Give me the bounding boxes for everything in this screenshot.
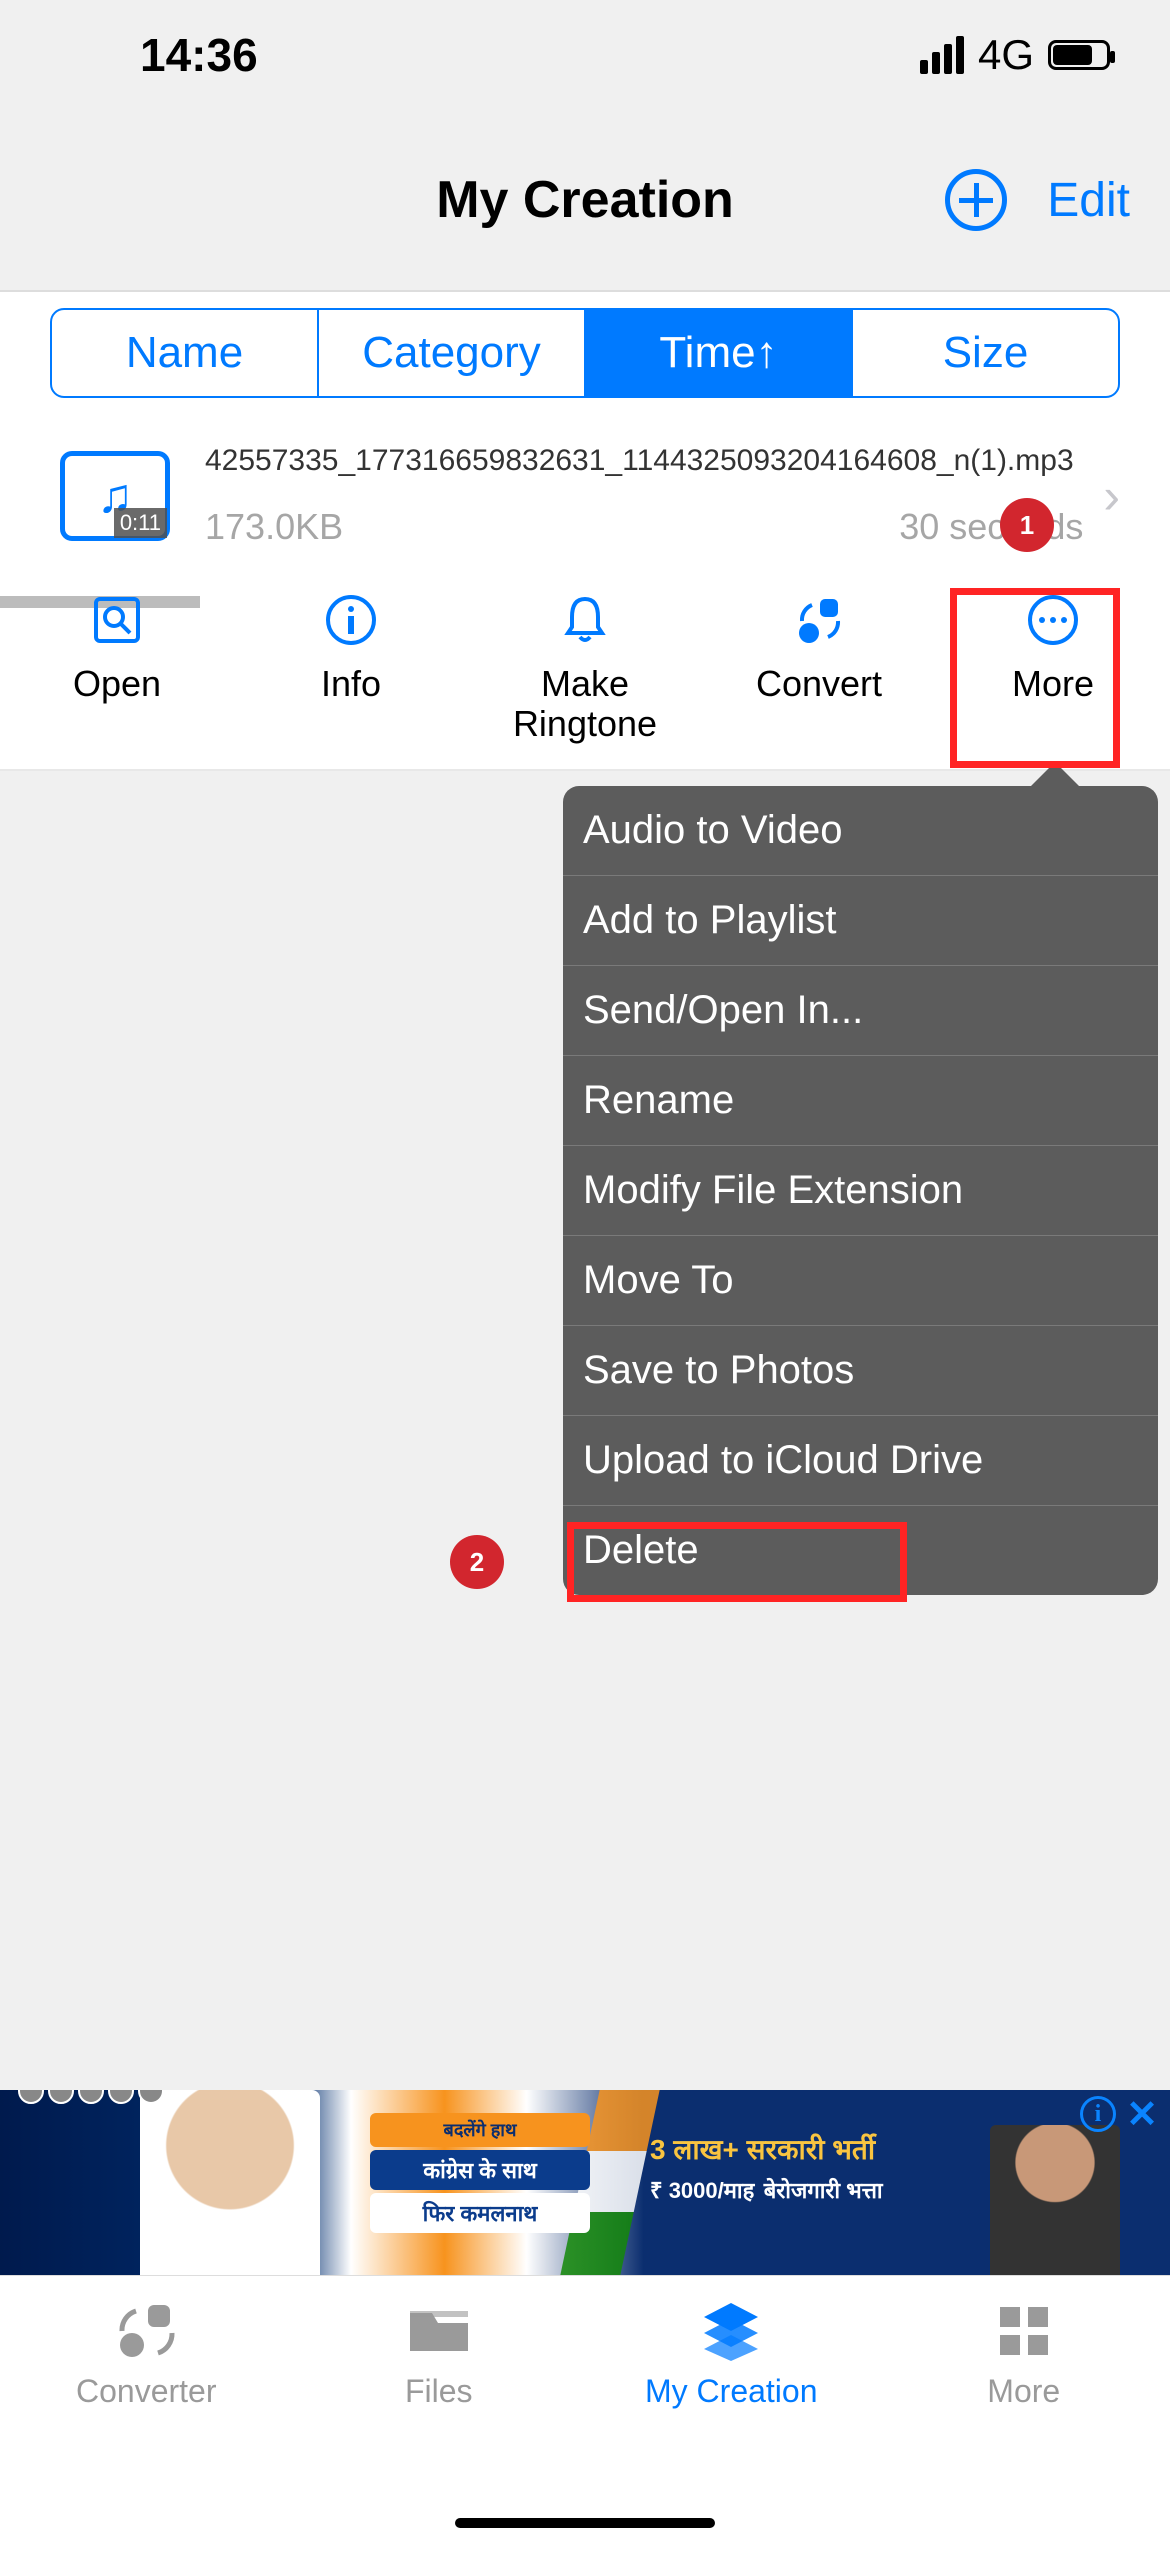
- ad-text-block-left: बदलेंगे हाथ कांग्रेस के साथ फिर कमलनाथ: [370, 2110, 590, 2236]
- grid-icon: [989, 2301, 1059, 2361]
- bell-icon: [555, 590, 615, 650]
- make-ringtone-button[interactable]: Make Ringtone: [490, 590, 680, 743]
- menu-audio-to-video[interactable]: Audio to Video: [563, 786, 1158, 876]
- tab-files-label: Files: [405, 2373, 473, 2410]
- tab-more[interactable]: More: [894, 2301, 1154, 2410]
- ad-line-2: कांग्रेस के साथ: [370, 2150, 590, 2190]
- ringtone-label: Make Ringtone: [490, 664, 680, 743]
- file-name-label: 42557335_177316659832631_114432509320416…: [205, 444, 1083, 478]
- search-icon: [87, 590, 147, 650]
- ad-line-3: फिर कमलनाथ: [370, 2193, 590, 2233]
- menu-upload-icloud[interactable]: Upload to iCloud Drive: [563, 1416, 1158, 1506]
- more-button[interactable]: More: [958, 590, 1148, 743]
- info-button[interactable]: Info: [256, 590, 446, 743]
- more-label: More: [1012, 664, 1094, 704]
- page-title: My Creation: [436, 170, 734, 230]
- home-indicator: [455, 2518, 715, 2528]
- menu-modify-extension[interactable]: Modify File Extension: [563, 1146, 1158, 1236]
- segment-time[interactable]: Time↑: [586, 310, 853, 396]
- ad-line-6: बेरोजगारी भत्ता: [764, 2178, 883, 2203]
- tab-my-creation[interactable]: My Creation: [601, 2301, 861, 2410]
- menu-add-to-playlist[interactable]: Add to Playlist: [563, 876, 1158, 966]
- signal-icon: [920, 36, 964, 74]
- convert-icon: [789, 590, 849, 650]
- ad-line-5: ₹ 3000/माह: [650, 2178, 754, 2203]
- convert-button[interactable]: Convert: [724, 590, 914, 743]
- info-icon: [321, 590, 381, 650]
- segment-size[interactable]: Size: [853, 310, 1118, 396]
- folder-icon: [404, 2301, 474, 2361]
- open-button[interactable]: Open: [22, 590, 212, 743]
- ad-person-left: [140, 2090, 320, 2275]
- playback-position: 0:11: [114, 508, 167, 538]
- tab-files[interactable]: Files: [309, 2301, 569, 2410]
- status-right: 4G: [920, 31, 1110, 79]
- status-time: 14:36: [140, 28, 258, 82]
- file-item[interactable]: ♫ 0:11 42557335_177316659832631_11443250…: [0, 414, 1170, 578]
- menu-delete[interactable]: Delete: [563, 1506, 1158, 1595]
- annotation-badge-2: 2: [450, 1535, 504, 1589]
- more-menu-popover: Audio to Video Add to Playlist Send/Open…: [563, 786, 1158, 1595]
- segment-name[interactable]: Name: [52, 310, 319, 396]
- edit-button[interactable]: Edit: [1047, 173, 1130, 228]
- menu-save-to-photos[interactable]: Save to Photos: [563, 1326, 1158, 1416]
- tab-more-label: More: [987, 2373, 1060, 2410]
- file-thumbnail: ♫ 0:11: [60, 451, 170, 541]
- ad-avatars: [18, 2090, 164, 2104]
- open-label: Open: [73, 664, 161, 704]
- menu-rename[interactable]: Rename: [563, 1056, 1158, 1146]
- segment-category[interactable]: Category: [319, 310, 586, 396]
- battery-icon: [1048, 40, 1110, 70]
- action-row: Open Info Make Ringtone Convert: [0, 578, 1170, 769]
- tab-bar: Converter Files My Creation More: [0, 2275, 1170, 2550]
- sort-segmented-control: Name Category Time↑ Size: [50, 308, 1120, 398]
- tab-converter[interactable]: Converter: [16, 2301, 276, 2410]
- add-button[interactable]: [945, 169, 1007, 231]
- menu-move-to[interactable]: Move To: [563, 1236, 1158, 1326]
- chevron-right-icon: ›: [1103, 467, 1120, 525]
- converter-icon: [111, 2301, 181, 2361]
- layers-icon: [696, 2301, 766, 2361]
- ad-text-block-right: 3 लाख+ सरकारी भर्ती ₹ 3000/माह बेरोजगारी…: [650, 2130, 883, 2207]
- info-label: Info: [321, 664, 381, 704]
- ad-controls: i ✕: [1080, 2096, 1160, 2132]
- nav-header: My Creation Edit: [0, 110, 1170, 290]
- network-label: 4G: [978, 31, 1034, 79]
- file-size-label: 173.0KB: [205, 506, 343, 548]
- convert-label: Convert: [756, 664, 882, 704]
- ad-line-1: बदलेंगे हाथ: [370, 2113, 590, 2147]
- tab-creation-label: My Creation: [645, 2373, 818, 2410]
- file-duration-label: 30 seconds: [899, 506, 1083, 548]
- status-bar: 14:36 4G: [0, 0, 1170, 110]
- menu-send-open-in[interactable]: Send/Open In...: [563, 966, 1158, 1056]
- ad-close-icon[interactable]: ✕: [1124, 2096, 1160, 2132]
- ad-banner[interactable]: बदलेंगे हाथ कांग्रेस के साथ फिर कमलनाथ 3…: [0, 2090, 1170, 2275]
- more-icon: [1023, 590, 1083, 650]
- ad-person-right: [990, 2125, 1120, 2275]
- annotation-badge-1: 1: [1000, 498, 1054, 552]
- tab-converter-label: Converter: [76, 2373, 217, 2410]
- ad-line-4: 3 लाख+ सरकारी भर्ती: [650, 2134, 875, 2165]
- ad-info-icon[interactable]: i: [1080, 2096, 1116, 2132]
